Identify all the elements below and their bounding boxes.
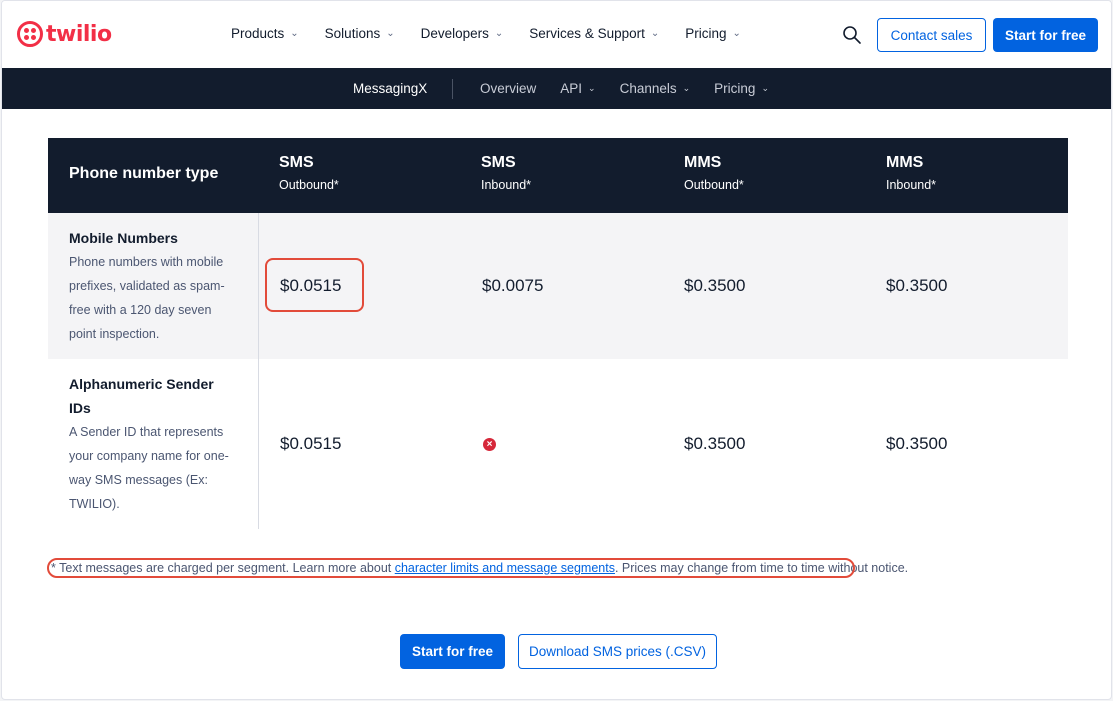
price-highlight-annotation bbox=[265, 258, 364, 312]
chevron-down-icon: ⌄ bbox=[650, 28, 660, 39]
row-label-cell: Alphanumeric Sender IDs A Sender ID that… bbox=[69, 372, 239, 516]
menu-label: Services & Support bbox=[529, 26, 645, 41]
menu-label: Pricing bbox=[685, 26, 727, 41]
subnav-channels[interactable]: Channels ⌄ bbox=[620, 81, 691, 96]
menu-services-support[interactable]: Services & Support ⌄ bbox=[529, 26, 659, 41]
row-label-cell: Mobile Numbers Phone numbers with mobile… bbox=[69, 226, 239, 346]
chevron-down-icon: ⌄ bbox=[761, 83, 769, 93]
subnav-links: Overview API ⌄ Channels ⌄ Pricing ⌄ bbox=[480, 81, 793, 96]
price-cell: $0.0515 bbox=[280, 434, 342, 453]
menu-developers[interactable]: Developers ⌄ bbox=[421, 26, 504, 41]
header-title: MMS bbox=[886, 154, 924, 171]
row-title: Alphanumeric Sender IDs bbox=[69, 376, 214, 416]
header-sub: Inbound* bbox=[886, 178, 937, 192]
twilio-logo[interactable]: twilio bbox=[17, 21, 112, 47]
subnav-pricing[interactable]: Pricing ⌄ bbox=[714, 81, 769, 96]
row-title: Mobile Numbers bbox=[69, 230, 178, 246]
pricing-table: Phone number type SMS Outbound* SMS Inbo… bbox=[48, 138, 1068, 529]
chevron-down-icon: ⌄ bbox=[682, 83, 691, 93]
top-navigation: twilio Products ⌄ Solutions ⌄ Developers… bbox=[2, 1, 1111, 68]
header-sub: Outbound* bbox=[684, 178, 744, 192]
chevron-down-icon: ⌄ bbox=[732, 28, 741, 39]
menu-label: Products bbox=[231, 26, 285, 41]
menu-products[interactable]: Products ⌄ bbox=[231, 26, 299, 41]
price-cell: $0.0075 bbox=[482, 276, 544, 295]
logo-text: twilio bbox=[46, 21, 112, 47]
price-cell: $0.3500 bbox=[684, 276, 746, 295]
page-frame: twilio Products ⌄ Solutions ⌄ Developers… bbox=[1, 0, 1112, 700]
header-title: MMS bbox=[684, 154, 722, 171]
table-row: Alphanumeric Sender IDs A Sender ID that… bbox=[48, 359, 1068, 529]
x-circle-icon: × bbox=[483, 438, 496, 451]
chevron-down-icon: ⌄ bbox=[588, 83, 596, 93]
header-title: SMS bbox=[279, 154, 314, 171]
subnav-label: Pricing bbox=[714, 81, 756, 96]
header-title: Phone number type bbox=[69, 165, 219, 182]
footnote-highlight-annotation bbox=[47, 558, 855, 578]
chevron-down-icon: ⌄ bbox=[290, 28, 299, 39]
menu-solutions[interactable]: Solutions ⌄ bbox=[325, 26, 395, 41]
row-description: A Sender ID that represents your company… bbox=[69, 425, 229, 511]
row-description: Phone numbers with mobile prefixes, vali… bbox=[69, 255, 225, 341]
chevron-down-icon: ⌄ bbox=[386, 28, 395, 39]
sub-navigation: MessagingX Overview API ⌄ Channels ⌄ Pri… bbox=[2, 68, 1111, 109]
price-cell: $0.3500 bbox=[684, 434, 746, 453]
header-sms-inbound: SMS Inbound* bbox=[481, 154, 531, 192]
header-title: SMS bbox=[481, 154, 516, 171]
menu-label: Solutions bbox=[324, 26, 381, 41]
subnav-overview[interactable]: Overview bbox=[480, 81, 536, 96]
subnav-label: API bbox=[560, 81, 583, 96]
header-mms-inbound: MMS Inbound* bbox=[886, 154, 936, 192]
header-phone-number-type: Phone number type bbox=[69, 165, 218, 183]
column-divider bbox=[258, 359, 259, 529]
contact-sales-button[interactable]: Contact sales bbox=[877, 18, 986, 52]
subnav-brand[interactable]: MessagingX bbox=[353, 81, 427, 96]
price-cell: $0.3500 bbox=[886, 434, 948, 453]
chevron-down-icon: ⌄ bbox=[494, 28, 504, 39]
main-menu: Products ⌄ Solutions ⌄ Developers ⌄ Serv… bbox=[231, 26, 767, 41]
start-for-free-button[interactable]: Start for free bbox=[400, 634, 505, 669]
header-mms-outbound: MMS Outbound* bbox=[684, 154, 744, 192]
header-sub: Outbound* bbox=[279, 178, 339, 192]
header-sub: Inbound* bbox=[481, 178, 532, 192]
menu-pricing[interactable]: Pricing ⌄ bbox=[685, 26, 741, 41]
twilio-logo-icon bbox=[17, 21, 43, 47]
subnav-divider bbox=[452, 79, 453, 99]
header-sms-outbound: SMS Outbound* bbox=[279, 154, 339, 192]
price-cell: $0.3500 bbox=[886, 276, 948, 295]
subnav-label: Channels bbox=[619, 81, 677, 96]
table-row: Mobile Numbers Phone numbers with mobile… bbox=[48, 213, 1068, 359]
search-icon[interactable] bbox=[842, 25, 862, 45]
subnav-label: Overview bbox=[480, 81, 537, 96]
menu-label: Developers bbox=[420, 26, 489, 41]
start-for-free-button[interactable]: Start for free bbox=[993, 18, 1098, 52]
subnav-api[interactable]: API ⌄ bbox=[560, 81, 595, 96]
download-csv-button[interactable]: Download SMS prices (.CSV) bbox=[518, 634, 717, 669]
column-divider bbox=[258, 213, 259, 359]
table-header: Phone number type SMS Outbound* SMS Inbo… bbox=[48, 138, 1068, 213]
